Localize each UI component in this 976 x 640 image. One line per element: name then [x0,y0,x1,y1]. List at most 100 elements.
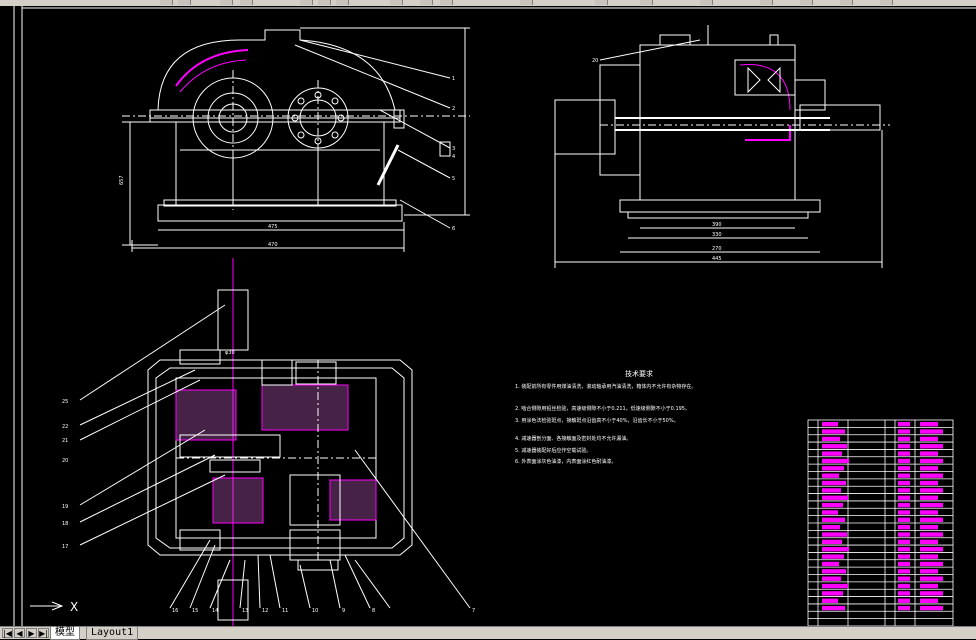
bom-cell-text [822,605,845,611]
leader-12: 12 [262,608,268,614]
bom-cell-text [822,591,843,596]
toolbar-button[interactable] [760,0,773,5]
bom-cell-text [920,495,938,500]
toolbar-button[interactable] [880,0,893,5]
side-view [554,25,890,268]
bom-cell-text [920,561,943,567]
bom-cell-text [898,473,910,478]
bom-cell-text [822,510,838,515]
dim-d4: 445 [712,256,722,262]
leader-22: 22 [62,424,68,430]
notes-line-2: 2. 啮合侧隙用铅丝检验，高速级侧隙不小于0.211，低速级侧隙不小于0.195… [515,405,690,412]
toolbar-button[interactable] [440,0,453,5]
leader-14: 14 [212,608,218,614]
tab-nav-next-button[interactable]: ▶ [26,628,37,638]
bom-cell-text [898,561,910,567]
tab-nav-prev-button[interactable]: ◀ [14,628,25,638]
bom-cell-text [898,480,910,486]
bom-cell-text [920,591,943,596]
toolbar-button[interactable] [160,0,173,5]
toolbar-button[interactable] [700,0,713,5]
bom-cell-text [920,605,943,611]
tab-nav-first-button[interactable]: |◀ [2,628,13,638]
bom-cell-text [822,451,842,456]
toolbar-button[interactable] [390,0,403,5]
bom-cell-text [898,605,910,611]
tab-model[interactable]: 模型 [50,627,80,640]
toolbar-button[interactable] [178,0,191,5]
leader-3: 3 [452,146,455,152]
bom-cell-text [898,569,910,574]
toolbar-button[interactable] [520,0,533,5]
leader-6: 6 [452,226,455,232]
bom-cell-text [920,510,938,515]
drawing-canvas[interactable]: 657 475 470 1 2 3 4 5 6 20 390 330 270 4… [0,6,976,627]
leader-21: 21 [62,438,68,444]
bom-cell-text [822,532,847,537]
bom-cell-text [822,576,841,581]
toolbar-button[interactable] [420,0,433,5]
bom-cell-text [898,576,910,581]
toolbar-button[interactable] [318,0,331,5]
dim-d2: 330 [712,232,722,238]
bom-cell-text [920,583,938,589]
leader-4: 4 [452,154,455,160]
bom-cell-text [898,554,910,559]
leader-13: 13 [242,608,248,614]
bom-cell-text [920,539,938,545]
bom-cell-text [822,488,841,493]
toolbar-button[interactable] [800,0,813,5]
toolbar-button[interactable] [840,0,853,5]
bom-cell-text [920,422,938,427]
leader-2: 2 [452,106,455,112]
notes-line-3: 3. 用涂色法检验斑点，接触斑点沿齿高不小于40%，沿齿长不小于50%。 [515,417,679,424]
bom-cell-text [920,458,943,464]
leader-1: 1 [452,76,455,82]
bom-cell-text [822,466,844,471]
layout-tab-bar: |◀ ◀ ▶ ▶| 模型 Layout1 [0,626,976,640]
bom-cell-text [822,547,849,552]
plan-view [79,258,471,626]
bom-cell-text [898,451,910,456]
bom-cell-text [898,436,910,442]
toolbar-button[interactable] [240,0,253,5]
bom-cell-text [920,598,938,603]
leader-8: 8 [372,608,375,614]
bom-cell-text [898,547,910,552]
toolbar-button[interactable] [220,0,233,5]
toolbar-button[interactable] [336,0,349,5]
bom-cell-text [898,466,910,471]
bom-cell-text [822,517,845,522]
toolbar-button[interactable] [300,0,313,5]
bom-cell-text [920,480,938,486]
tab-nav-last-button[interactable]: ▶| [38,628,49,638]
bom-cell-text [898,488,910,493]
bom-cell-text [920,532,943,537]
bom-cell-text [920,517,943,522]
tab-layout1[interactable]: Layout1 [86,627,139,640]
bom-cell-text [920,436,938,442]
bom-cell-text [920,576,943,581]
bom-cell-text [898,591,910,596]
ucs-x-label: X [70,600,78,614]
notes-title: 技术要求 [625,369,653,378]
bom-cell-text [822,444,847,449]
drawing-svg: 657 475 470 1 2 3 4 5 6 20 390 330 270 4… [13,6,976,627]
bom-cell-text [920,473,943,478]
dim-d3: 270 [712,246,722,252]
toolbar-button[interactable] [640,0,653,5]
ucs-icon [30,601,64,611]
bom-cell-text [920,554,938,559]
notes-line-1: 1. 装配前所有零件用煤油清洗，滚动轴承用汽油清洗，箱体内不允许有杂物存在。 [515,383,696,390]
leader-15: 15 [192,608,198,614]
notes-line-5: 5. 减速器装配好后应作空载试验。 [515,447,591,454]
bom-cell-text [920,525,938,530]
bom-cell-text [822,458,849,464]
bom-cell-text [920,488,943,493]
bom-cell-text [920,502,943,508]
notes-line-4: 4. 减速器剖分面、各接触面及密封处均不允许漏油。 [515,435,631,442]
leader-11: 11 [282,608,288,614]
leader-7: 7 [472,608,475,614]
bom-cell-text [898,495,910,500]
toolbar-button[interactable] [595,0,608,5]
